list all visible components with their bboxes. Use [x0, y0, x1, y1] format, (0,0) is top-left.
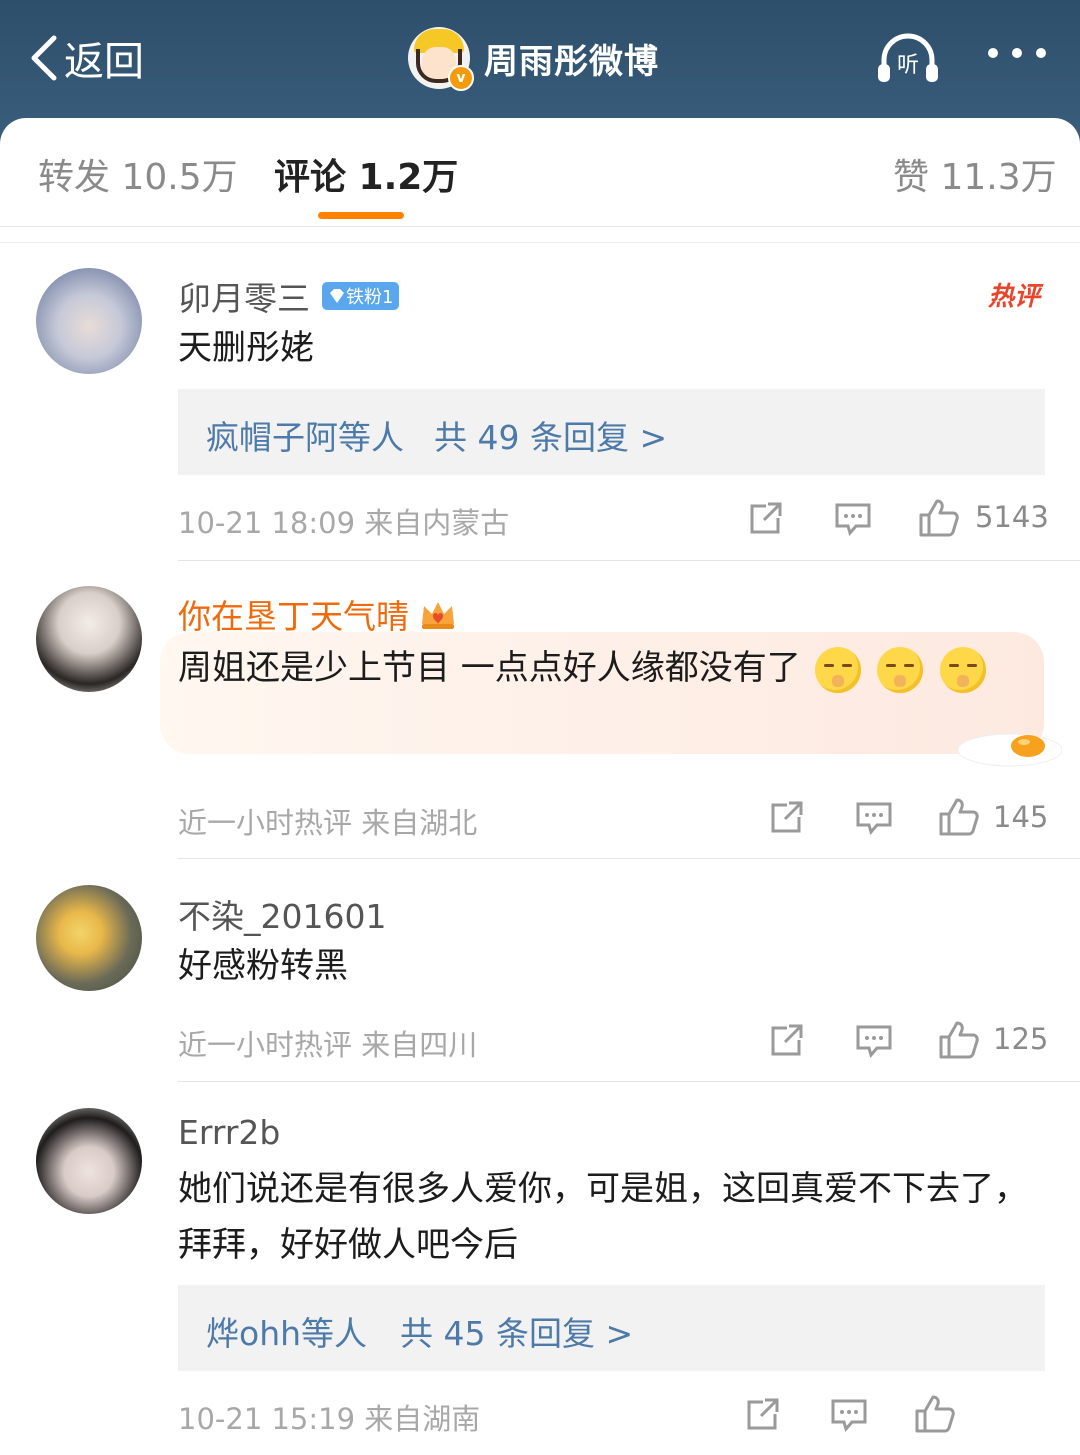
comment-icon[interactable]	[830, 1398, 868, 1432]
avatar[interactable]	[36, 885, 142, 991]
back-button[interactable]: 返回	[28, 28, 144, 88]
replies-box[interactable]: 疯帽子阿等人 共 49 条回复 >	[178, 389, 1045, 475]
comment-meta: 近一小时热评 来自四川	[178, 1028, 478, 1062]
replies-box[interactable]: 烨ohh等人 共 45 条回复 >	[178, 1285, 1045, 1371]
like-count: 125	[993, 1022, 1049, 1056]
share-icon[interactable]	[769, 1022, 805, 1058]
comment-icon[interactable]	[855, 801, 893, 835]
shush-emoji-icon	[814, 646, 861, 693]
comment-icon[interactable]	[855, 1024, 893, 1058]
shush-emoji-icon	[940, 646, 987, 693]
diamond-icon	[330, 289, 344, 303]
replies-count-link[interactable]: 共 49 条回复 >	[434, 411, 667, 459]
egg-decoration-icon	[957, 733, 1062, 767]
chevron-left-icon	[31, 35, 57, 81]
divider	[178, 1081, 1080, 1082]
comment-text: 周姐还是少上节目 一点点好人缘都没有了	[178, 640, 1048, 696]
tab-repost[interactable]: 转发 10.5万	[38, 148, 238, 200]
headphones-icon[interactable]: 听	[876, 30, 940, 86]
comment-text: 她们说还是有很多人爱你，可是姐，这回真爱不下去了，拜拜，好好做人吧今后	[178, 1169, 1028, 1265]
comment-meta: 近一小时热评 来自湖北	[178, 806, 478, 840]
tab-comment[interactable]: 评论 1.2万	[274, 148, 458, 200]
like-icon[interactable]	[914, 1394, 956, 1434]
divider	[0, 242, 1080, 243]
author-name: 卯月零三	[178, 279, 310, 318]
comment-text: 天删彤姥	[178, 328, 314, 368]
tab-like[interactable]: 赞 11.3万	[893, 148, 1057, 200]
share-icon[interactable]	[748, 500, 784, 536]
like-icon[interactable]	[938, 797, 980, 837]
crown-icon	[422, 602, 454, 629]
like-count: 5143	[975, 500, 1049, 534]
share-icon[interactable]	[745, 1396, 781, 1432]
page-title: 周雨彤微博	[484, 41, 659, 82]
shush-emoji-icon	[877, 646, 924, 693]
share-icon[interactable]	[769, 799, 805, 835]
like-icon[interactable]	[918, 498, 960, 538]
comment-meta: 10-21 18:09 来自内蒙古	[178, 506, 510, 540]
avatar[interactable]	[36, 586, 142, 692]
author-name[interactable]: Errr2b	[178, 1113, 280, 1152]
avatar[interactable]: v	[408, 27, 474, 91]
author-name[interactable]: 不染_201601	[178, 890, 386, 938]
divider	[178, 560, 1080, 561]
like-count: 145	[993, 800, 1049, 834]
comment-text: 好感粉转黑	[178, 946, 348, 986]
comment-author[interactable]: 卯月零三 铁粉1	[178, 272, 400, 320]
listen-label: 听	[897, 53, 919, 78]
author-name: 你在垦丁天气晴	[178, 597, 409, 636]
comment-author[interactable]: 你在垦丁天气晴	[178, 590, 457, 638]
profile-title[interactable]: v 周雨彤微博	[408, 26, 659, 91]
replies-users: 疯帽子阿等人	[206, 418, 404, 457]
replies-count-link[interactable]: 共 45 条回复 >	[400, 1307, 633, 1355]
verified-badge-icon: v	[448, 65, 474, 91]
hot-comment-badge: 热评	[987, 282, 1040, 312]
comment-icon[interactable]	[834, 502, 872, 536]
more-icon[interactable]	[988, 48, 1046, 58]
back-label: 返回	[64, 39, 144, 85]
fan-badge: 铁粉1	[322, 282, 400, 310]
like-icon[interactable]	[938, 1020, 980, 1060]
divider	[178, 858, 1080, 859]
tab-bar: 转发 10.5万 评论 1.2万 赞 11.3万	[0, 118, 1080, 227]
replies-users: 烨ohh等人	[206, 1314, 368, 1353]
comment-meta: 10-21 15:19 来自湖南	[178, 1402, 481, 1436]
tab-indicator	[318, 212, 404, 219]
avatar[interactable]	[36, 268, 142, 374]
avatar[interactable]	[36, 1108, 142, 1214]
